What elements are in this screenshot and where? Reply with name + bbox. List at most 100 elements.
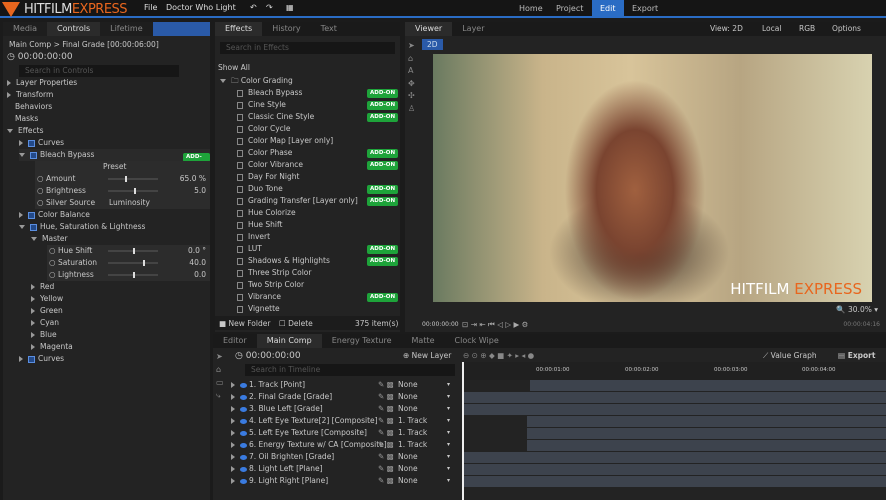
effect-item[interactable]: Invert bbox=[237, 231, 270, 243]
nav-home[interactable]: Home bbox=[511, 0, 551, 18]
view-select[interactable]: View: 2D bbox=[710, 23, 743, 35]
layer-row[interactable]: 2. Final Grade [Grade] bbox=[231, 391, 332, 403]
effect-item[interactable]: Bleach Bypass bbox=[237, 87, 302, 99]
parent-select[interactable]: None bbox=[398, 379, 418, 391]
layer-row[interactable]: 8. Light Left [Plane] bbox=[231, 463, 323, 475]
transport-controls[interactable]: ⊡ ⇥ ⇤ ⏮ ◁ ▷ ▶ ⚙ bbox=[462, 319, 528, 331]
layer-row[interactable]: 3. Blue Left [Grade] bbox=[231, 403, 323, 415]
amount-slider[interactable] bbox=[108, 176, 158, 182]
tab-layer[interactable]: Layer bbox=[452, 22, 494, 36]
track-bar[interactable] bbox=[464, 476, 886, 487]
effect-item[interactable]: Color Map [Layer only] bbox=[237, 135, 333, 147]
track-bar[interactable] bbox=[530, 380, 886, 391]
track-bar[interactable] bbox=[527, 428, 886, 439]
silver-source-select[interactable]: Luminosity bbox=[109, 197, 150, 209]
effects-search-input[interactable]: Search in Effects bbox=[220, 42, 395, 54]
tab-main-comp[interactable]: Main Comp bbox=[256, 334, 322, 348]
parent-select[interactable]: None bbox=[398, 391, 418, 403]
tab-effects[interactable]: Effects bbox=[215, 22, 263, 36]
zoom-select[interactable]: 🔍 30.0% ▾ bbox=[836, 304, 878, 316]
redo-icon[interactable]: ↷ bbox=[266, 3, 273, 12]
tab-history[interactable]: History bbox=[262, 22, 310, 36]
2d-button[interactable]: 2D bbox=[422, 39, 443, 50]
effect-item[interactable]: Classic Cine Style bbox=[237, 111, 314, 123]
track-bar[interactable] bbox=[464, 464, 886, 475]
effect-item[interactable]: Vibrance bbox=[237, 291, 281, 303]
folder-color-grading[interactable]: 🗀 Color Grading bbox=[220, 75, 293, 87]
tab-energy-texture[interactable]: Energy Texture bbox=[322, 334, 402, 348]
nav-export[interactable]: Export bbox=[624, 0, 666, 18]
effect-item[interactable]: Two Strip Color bbox=[237, 279, 304, 291]
pencil-icon[interactable]: ✎ ▩ bbox=[378, 379, 394, 391]
effect-item[interactable]: Duo Tone bbox=[237, 183, 283, 195]
new-layer-button[interactable]: ⊕ New Layer bbox=[403, 350, 451, 362]
effect-item[interactable]: Cine Style bbox=[237, 99, 286, 111]
parent-select[interactable]: None bbox=[398, 463, 418, 475]
delete-button[interactable]: ☐ Delete bbox=[279, 318, 313, 330]
pencil-icon[interactable]: ✎ ▩ bbox=[378, 427, 394, 439]
file-menu[interactable]: File bbox=[144, 3, 157, 12]
new-folder-button[interactable]: ■ New Folder bbox=[219, 318, 270, 330]
tab-text[interactable]: Text bbox=[311, 22, 347, 36]
layer-row[interactable]: 7. Oil Brighten [Grade] bbox=[231, 451, 334, 463]
parent-select[interactable]: 1. Track bbox=[398, 427, 427, 439]
effect-item[interactable]: Color Vibrance bbox=[237, 159, 303, 171]
pencil-icon[interactable]: ✎ ▩ bbox=[378, 451, 394, 463]
effects-filter-select[interactable]: Show All bbox=[218, 62, 250, 74]
tab-editor[interactable]: Editor bbox=[213, 334, 257, 348]
timeline-tools[interactable]: ➤ ⌂ ▭ ⤷ bbox=[216, 350, 224, 402]
keyframe-tools[interactable]: ⊖ ⊙ ⊕ ◆ ■ ✦ ▸ ◂ ● bbox=[463, 350, 534, 362]
layer-row[interactable]: 1. Track [Point] bbox=[231, 379, 305, 391]
options-select[interactable]: Options bbox=[832, 23, 861, 35]
layer-row[interactable]: 4. Left Eye Texture[2] [Composite] bbox=[231, 415, 378, 427]
value-graph-button[interactable]: ⟋ Value Graph bbox=[763, 350, 817, 362]
effect-item[interactable]: Shadows & Highlights bbox=[237, 255, 330, 267]
track-bar[interactable] bbox=[527, 416, 886, 427]
viewer-tools[interactable]: ➤ ⌂ A ✥ ✣ ♙ bbox=[408, 40, 415, 115]
nav-project[interactable]: Project bbox=[548, 0, 591, 18]
space-select[interactable]: Local bbox=[762, 23, 781, 35]
effect-item[interactable]: LUT bbox=[237, 243, 262, 255]
parent-select[interactable]: 1. Track bbox=[398, 415, 427, 427]
parent-select[interactable]: None bbox=[398, 451, 418, 463]
track-bar[interactable] bbox=[527, 440, 886, 451]
undo-icon[interactable]: ↶ bbox=[250, 3, 257, 12]
effect-item[interactable]: Three Strip Color bbox=[237, 267, 311, 279]
effect-item[interactable]: Hue Shift bbox=[237, 219, 282, 231]
effect-curves[interactable]: Curves bbox=[19, 137, 64, 149]
effect-item[interactable]: Grading Transfer [Layer only] bbox=[237, 195, 358, 207]
layer-row[interactable]: 6. Energy Texture w/ CA [Composite] bbox=[231, 439, 387, 451]
layer-row[interactable]: 5. Left Eye Texture [Composite] bbox=[231, 427, 367, 439]
tab-clock-wipe[interactable]: Clock Wipe bbox=[445, 334, 509, 348]
controls-time[interactable]: ◷ 00:00:00:00 bbox=[7, 51, 73, 63]
pencil-icon[interactable]: ✎ ▩ bbox=[378, 391, 394, 403]
tab-matte[interactable]: Matte bbox=[402, 334, 445, 348]
expand-icon[interactable] bbox=[7, 80, 11, 86]
export-button[interactable]: ▤ Export bbox=[838, 350, 875, 362]
pencil-icon[interactable]: ✎ ▩ bbox=[378, 463, 394, 475]
track-bar[interactable] bbox=[464, 404, 886, 415]
pencil-icon[interactable]: ✎ ▩ bbox=[378, 475, 394, 487]
pencil-icon[interactable]: ✎ ▩ bbox=[378, 415, 394, 427]
project-name[interactable]: Doctor Who Light bbox=[166, 3, 236, 12]
brightness-slider[interactable] bbox=[108, 188, 158, 194]
preset-select[interactable]: Preset bbox=[103, 161, 126, 173]
grid-icon[interactable]: ▦ bbox=[286, 3, 294, 12]
timeline-search-input[interactable]: Search in Timeline bbox=[245, 364, 455, 376]
pencil-icon[interactable]: ✎ ▩ bbox=[378, 403, 394, 415]
tab-viewer[interactable]: Viewer bbox=[405, 22, 453, 36]
track-bar[interactable] bbox=[464, 392, 886, 403]
effect-item[interactable]: Day For Night bbox=[237, 171, 299, 183]
channel-select[interactable]: RGB bbox=[799, 23, 815, 35]
parent-select[interactable]: None bbox=[398, 403, 418, 415]
track-bar[interactable] bbox=[464, 452, 886, 463]
time-ruler[interactable]: 00:00:01:00 00:00:02:00 00:00:03:00 00:0… bbox=[464, 362, 886, 380]
effect-item[interactable]: Hue Colorize bbox=[237, 207, 296, 219]
pencil-icon[interactable]: ✎ ▩ bbox=[378, 439, 394, 451]
controls-search-input[interactable]: Search in Controls bbox=[19, 65, 179, 77]
nav-edit[interactable]: Edit bbox=[592, 0, 624, 18]
tab-controls[interactable]: Controls bbox=[47, 22, 101, 36]
parent-select[interactable]: None bbox=[398, 475, 418, 487]
effect-bleach-bypass[interactable]: Bleach Bypass bbox=[19, 149, 210, 161]
parent-select[interactable]: 1. Track bbox=[398, 439, 427, 451]
